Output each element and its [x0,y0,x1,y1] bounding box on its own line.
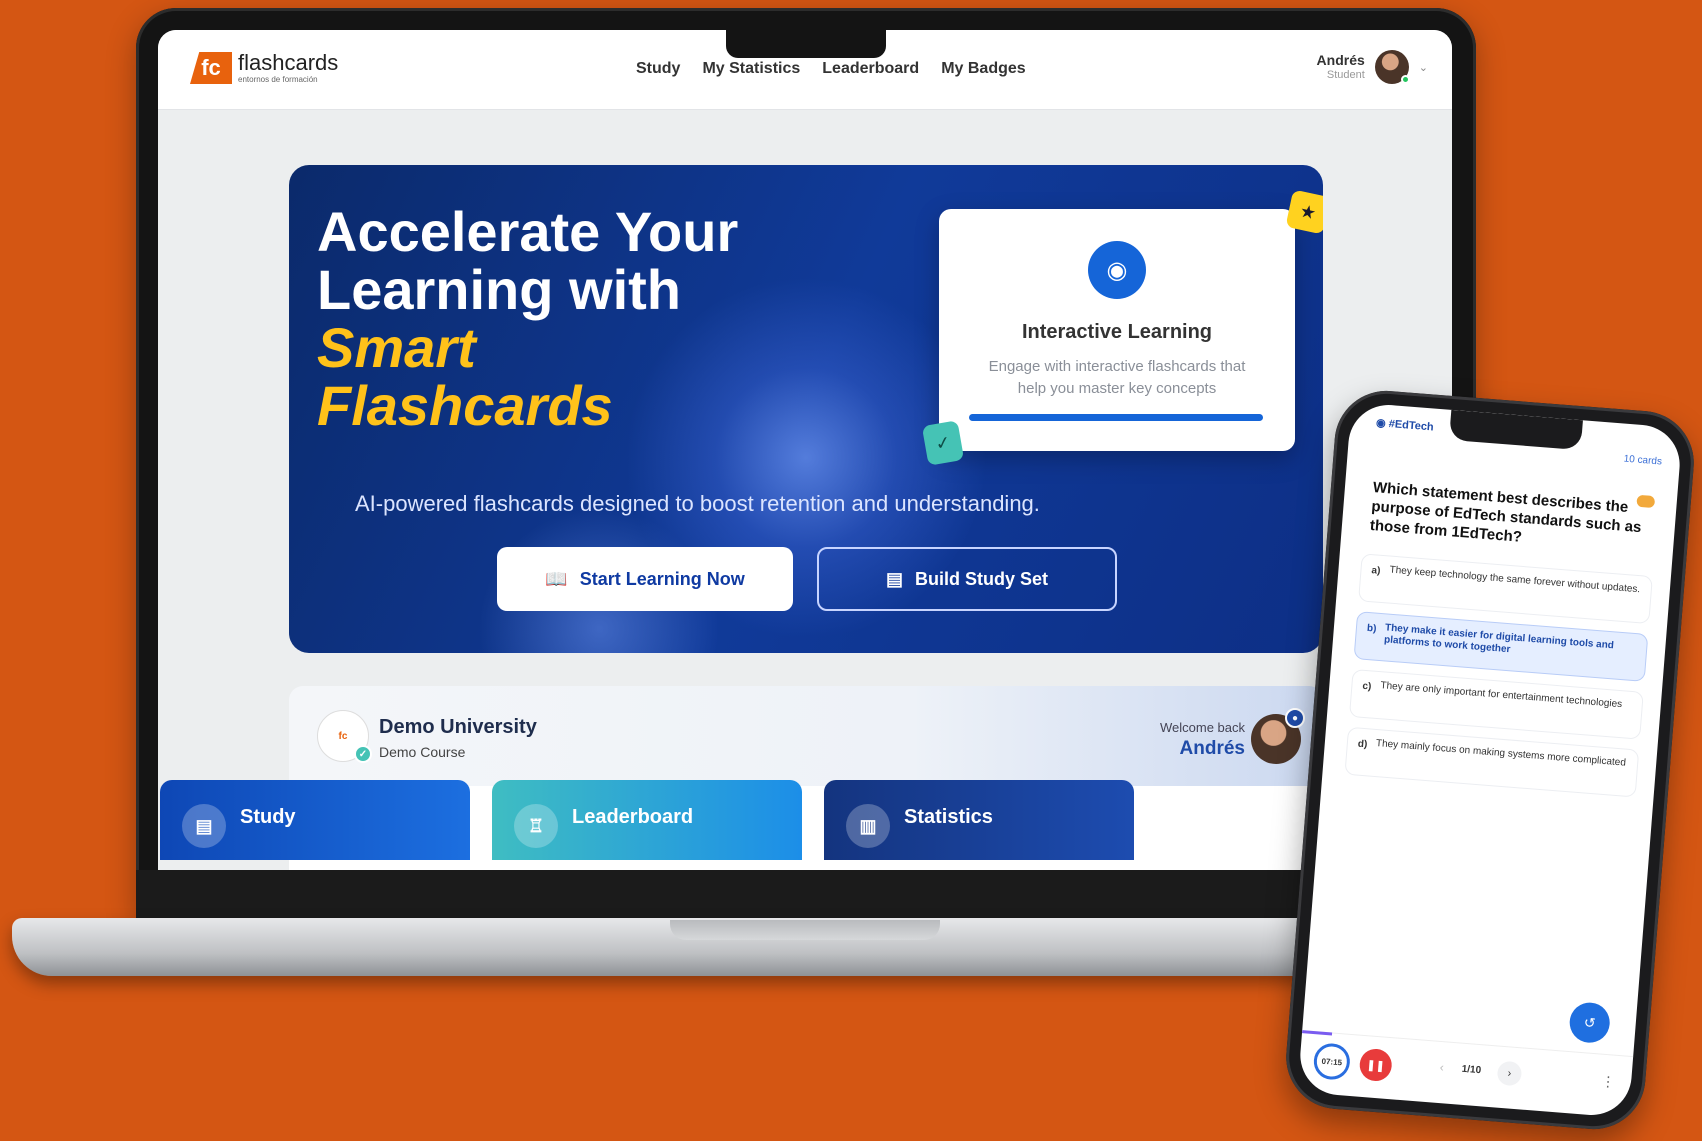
laptop-notch [726,30,886,58]
logo-mark: fc [190,52,232,84]
option-text: They are only important for entertainmen… [1380,680,1623,711]
feature-card-progress [969,414,1263,421]
hero-title-line1: Accelerate Your [317,200,739,263]
logo-name: flashcards [238,50,339,75]
course-subtitle: Demo Course [379,744,466,760]
option-text: They make it easier for digital learning… [1383,622,1615,656]
next-button[interactable]: › [1496,1060,1523,1087]
more-icon[interactable]: ⋮ [1600,1073,1616,1091]
verified-icon: ✓ [354,745,372,763]
option-c[interactable]: c) They are only important for entertain… [1348,668,1644,740]
course-logo: fc ✓ [317,710,372,763]
nav-leaderboard[interactable]: Leaderboard [822,60,919,78]
build-study-set-label: Build Study Set [915,568,1049,589]
user-role: Student [1326,68,1365,81]
option-letter: c) [1361,680,1372,693]
app-logo[interactable]: fc flashcards entornos de formación [190,52,338,84]
logo-tagline: entornos de formación [238,75,318,84]
page-indicator: 1/10 [1461,1063,1482,1077]
avatar[interactable]: ● [1251,708,1305,764]
prev-icon[interactable]: ‹ [1439,1060,1444,1074]
book-icon: 📖 [545,568,568,589]
nav-my-badges[interactable]: My Badges [941,60,1025,78]
chevron-down-icon[interactable]: ⌄ [1419,61,1428,74]
hero-title: Accelerate Your Learning with Smart Flas… [317,203,738,435]
bar-chart-icon: ▥ [846,804,890,848]
laptop-chin [136,870,1476,918]
user-menu[interactable]: Andrés Student ⌄ [1317,50,1428,84]
pause-button[interactable]: ❚❚ [1358,1047,1393,1083]
avatar[interactable] [1374,50,1410,84]
course-bar: fc ✓ Demo University Demo Course Welcome … [289,686,1323,786]
phone-screen: ◉ #EdTech 10 cards Which statement best … [1297,402,1683,1118]
option-letter: b) [1366,622,1377,635]
welcome-name: Andrés [1179,737,1245,759]
user-name: Andrés [1316,52,1365,68]
deck-tag-label: #EdTech [1388,418,1435,434]
laptop-screen: fc flashcards entornos de formación Stud… [158,30,1452,870]
tile-leaderboard-label: Leaderboard [572,806,694,828]
nav-my-statistics[interactable]: My Statistics [702,60,800,78]
flip-card-button[interactable]: ↺ [1568,1001,1612,1045]
course-name: Demo University [379,716,537,738]
stack-icon: ▤ [885,568,903,589]
nav-study[interactable]: Study [636,60,680,78]
option-text: They mainly focus on making systems more… [1375,738,1627,769]
phone-device: ◉ #EdTech 10 cards Which statement best … [1282,386,1698,1134]
tile-study[interactable]: ▤ Study [160,780,470,860]
online-status-dot [1400,75,1410,84]
tile-statistics-label: Statistics [904,806,993,828]
question-text: Which statement best describes the purpo… [1369,479,1642,546]
start-learning-button[interactable]: 📖 Start Learning Now [497,547,793,611]
hero-title-line2: Learning with [317,258,681,321]
option-d[interactable]: d) They mainly focus on making systems m… [1344,726,1640,798]
feature-card-title: Interactive Learning [1021,321,1213,343]
card-count: 10 cards [1623,453,1663,468]
welcome-block: Welcome back Andrés [1160,720,1245,762]
option-b[interactable]: b) They make it easier for digital learn… [1353,611,1649,682]
book-icon: ▤ [182,804,226,848]
user-icon: ● [1285,708,1305,728]
hero-title-accent1: Smart [317,316,476,379]
hero-subtitle: AI-powered flashcards designed to boost … [355,491,1040,516]
check-icon: ✓ [921,420,965,466]
hero-title-accent2: Flashcards [317,374,613,437]
option-letter: a) [1371,565,1381,577]
timer: 07:15 [1312,1042,1352,1081]
build-study-set-button[interactable]: ▤ Build Study Set [817,547,1117,611]
deck-tag: ◉ #EdTech [1375,417,1435,434]
tile-statistics[interactable]: ▥ Statistics [824,780,1134,860]
hero-banner: Accelerate Your Learning with Smart Flas… [289,165,1323,653]
welcome-label: Welcome back [1159,720,1245,735]
feature-card: ◉ Interactive Learning Engage with inter… [939,209,1295,451]
quiz-progress-bar [1301,1030,1333,1036]
start-learning-label: Start Learning Now [579,568,745,589]
feature-card-desc: Engage with interactive flashcards that … [988,358,1246,397]
laptop-groove [670,920,940,940]
star-icon: ★ [1285,189,1323,235]
option-letter: d) [1357,738,1368,751]
main-nav: Study My Statistics Leaderboard My Badge… [636,60,1026,78]
brain-icon: ◉ [1088,241,1146,299]
option-text: They keep technology the same forever wi… [1389,564,1641,596]
tile-study-label: Study [240,806,296,828]
option-a[interactable]: a) They keep technology the same forever… [1358,553,1653,625]
trophy-icon: ♖ [514,804,558,848]
tile-leaderboard[interactable]: ♖ Leaderboard [492,780,802,860]
